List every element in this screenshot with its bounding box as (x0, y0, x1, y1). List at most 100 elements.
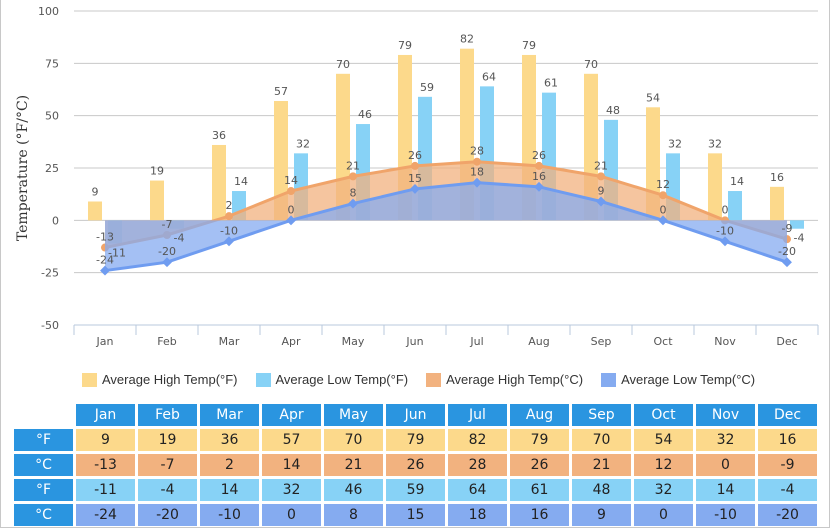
data-label: 28 (470, 145, 484, 158)
data-label: 14 (234, 175, 248, 188)
table-cell: -9 (758, 454, 817, 476)
bar-high-f[interactable] (212, 144, 226, 221)
table-header-month: Jul (448, 404, 507, 426)
row-unit-label: °F (14, 479, 73, 501)
bar-high-f[interactable] (708, 153, 722, 221)
table-corner (14, 404, 73, 426)
row-unit-label: °F (14, 429, 73, 451)
data-label: -13 (96, 231, 114, 244)
table-cell: 16 (510, 504, 569, 526)
legend-label: Average High Temp(°C) (446, 372, 584, 387)
data-label: -4 (174, 232, 185, 245)
table-cell: 54 (634, 429, 693, 451)
data-label: 79 (522, 39, 536, 52)
table-cell: 79 (510, 429, 569, 451)
data-label: 32 (708, 137, 722, 150)
table-cell: 0 (634, 504, 693, 526)
data-label: 9 (598, 184, 605, 197)
table-cell: 32 (262, 479, 321, 501)
table-header-row: Jan Feb Mar Apr May Jun Jul Aug Sep Oct … (14, 404, 817, 426)
point-high-c[interactable] (225, 212, 233, 221)
data-label: 82 (460, 33, 474, 46)
data-label: 21 (594, 159, 608, 172)
data-label: 16 (770, 171, 784, 184)
data-label: -24 (96, 254, 114, 267)
table-header-month: Sep (572, 404, 631, 426)
point-high-c[interactable] (473, 157, 481, 166)
table-cell: 0 (696, 454, 755, 476)
data-label: 0 (722, 203, 729, 216)
data-label: 79 (398, 39, 412, 52)
bar-low-f[interactable] (728, 191, 742, 221)
table-cell: 32 (634, 479, 693, 501)
table-header-month: Jun (386, 404, 445, 426)
x-tick-label: Jan (96, 335, 114, 348)
y-tick-label: 100 (38, 5, 59, 18)
table-cell: 14 (200, 479, 259, 501)
data-label: -10 (220, 224, 238, 237)
data-label: 8 (350, 187, 357, 200)
data-label: 46 (358, 108, 372, 121)
data-label: 64 (482, 70, 496, 83)
legend-swatch-low-f (255, 372, 271, 387)
table-header-month: Oct (634, 404, 693, 426)
table-cell: -4 (758, 479, 817, 501)
data-label: 57 (274, 85, 288, 98)
data-label: -4 (794, 232, 805, 245)
table-header-month: Aug (510, 404, 569, 426)
temperature-chart: 91936577079 82 7970543216-11-41432465964 61… (15, 5, 819, 348)
bar-high-f[interactable] (770, 186, 784, 221)
y-tick-label: 25 (45, 162, 59, 175)
table-cell: -7 (138, 454, 197, 476)
data-label: 16 (532, 170, 546, 183)
data-label: 9 (92, 185, 99, 198)
table-cell: -20 (758, 504, 817, 526)
data-label: 0 (660, 203, 667, 216)
table-cell: -10 (696, 504, 755, 526)
table-header-month: Dec (758, 404, 817, 426)
x-tick-label: Aug (528, 335, 549, 348)
table-cell: 64 (448, 479, 507, 501)
bar-high-f[interactable] (150, 180, 164, 221)
table-cell: -13 (76, 454, 135, 476)
point-high-c[interactable] (349, 172, 357, 181)
table-header-month: Apr (262, 404, 321, 426)
table-cell: 70 (572, 429, 631, 451)
point-high-c[interactable] (597, 172, 605, 181)
y-tick-label: -50 (41, 319, 59, 332)
table-header-month: Jan (76, 404, 135, 426)
row-high-f: °F 9 19 36 57 70 79 82 79 70 54 32 16 (14, 429, 817, 451)
table-header-month: Nov (696, 404, 755, 426)
point-high-c[interactable] (659, 191, 667, 200)
legend-item-high-f[interactable]: Average High Temp(°F) (82, 372, 238, 387)
point-high-c[interactable] (411, 161, 419, 170)
legend-swatch-high-f (82, 372, 97, 387)
table-cell: 26 (510, 454, 569, 476)
table-cell: 15 (386, 504, 445, 526)
x-tick-label: Nov (714, 335, 736, 348)
legend-item-high-c[interactable]: Average High Temp(°C) (426, 372, 583, 387)
row-unit-label: °C (14, 454, 73, 476)
legend-label: Average Low Temp(°C) (621, 372, 756, 387)
legend-item-low-c[interactable]: Average Low Temp(°C) (601, 372, 755, 387)
point-high-c[interactable] (287, 187, 295, 196)
table-header-month: Feb (138, 404, 197, 426)
legend-swatch-low-c (601, 372, 617, 387)
table-cell: -4 (138, 479, 197, 501)
data-label: -9 (782, 222, 793, 235)
table-cell: 32 (696, 429, 755, 451)
data-label: 0 (288, 203, 295, 216)
table-cell: 61 (510, 479, 569, 501)
y-tick-label: 75 (45, 57, 59, 70)
y-tick-label: -25 (41, 267, 59, 280)
legend-item-low-f[interactable]: Average Low Temp(°F) (255, 372, 409, 387)
bar-high-f[interactable] (88, 201, 102, 221)
table-cell: 36 (200, 429, 259, 451)
legend-label: Average Low Temp(°F) (275, 372, 409, 387)
legend-swatch-high-c (426, 372, 442, 387)
row-low-c: °C -24 -20 -10 0 8 15 18 16 9 0 -10 -20 (14, 504, 817, 526)
table-cell: 21 (572, 454, 631, 476)
x-tick-label: Dec (776, 335, 797, 348)
point-high-c[interactable] (535, 161, 543, 170)
table-cell: 59 (386, 479, 445, 501)
